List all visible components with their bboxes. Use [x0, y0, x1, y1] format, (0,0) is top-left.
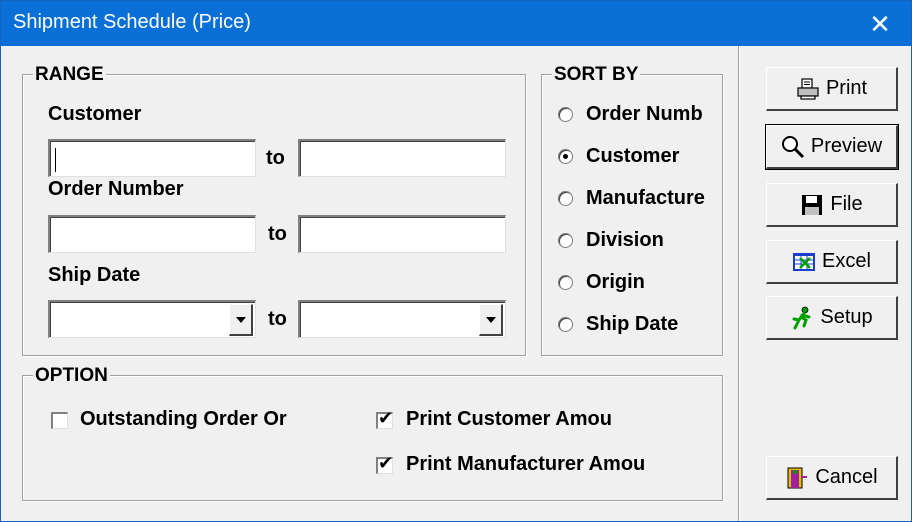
- option-legend: OPTION: [33, 365, 110, 387]
- preview-button-label: Preview: [810, 135, 883, 157]
- sort-option-label[interactable]: Customer: [586, 145, 721, 168]
- checkmark-icon: ✔: [378, 453, 394, 474]
- dropdown-button[interactable]: [479, 304, 503, 336]
- cancel-button[interactable]: Cancel: [766, 456, 898, 500]
- ship-date-label: Ship Date: [48, 264, 141, 286]
- preview-button[interactable]: Preview: [765, 124, 899, 170]
- print-customer-amount-label[interactable]: Print Customer Amou: [406, 408, 644, 431]
- range-legend: RANGE: [33, 64, 106, 86]
- file-button-label: File: [830, 193, 863, 215]
- outstanding-order-label[interactable]: Outstanding Order Or: [80, 408, 320, 431]
- window-title: Shipment Schedule (Price): [13, 11, 251, 33]
- order-number-to-input[interactable]: [298, 215, 506, 253]
- print-manufacturer-amount-checkbox[interactable]: ✔: [376, 453, 393, 474]
- sort-option-label[interactable]: Order Numb: [586, 103, 721, 126]
- print-button[interactable]: Print: [766, 67, 898, 111]
- file-button[interactable]: File: [766, 183, 898, 227]
- sort-radio-order-number[interactable]: [558, 107, 573, 122]
- ship-date-from-select[interactable]: [48, 300, 256, 338]
- close-button[interactable]: ✕: [849, 1, 911, 46]
- running-man-icon: [790, 306, 814, 330]
- sort-radio-manufacturer[interactable]: [558, 191, 573, 206]
- vertical-divider: [738, 46, 739, 521]
- ship-date-to-label: to: [268, 308, 287, 330]
- sort-radio-customer[interactable]: [558, 149, 573, 164]
- title-bar: Shipment Schedule (Price) ✕: [1, 1, 911, 46]
- sort-option-label[interactable]: Division: [586, 229, 721, 252]
- outstanding-order-checkbox[interactable]: [51, 412, 68, 429]
- setup-button-label: Setup: [820, 306, 873, 328]
- magnifier-icon: [781, 135, 805, 159]
- printer-icon: [796, 77, 820, 101]
- text-caret: [55, 148, 56, 172]
- print-button-label: Print: [825, 77, 868, 99]
- sort-radio-division[interactable]: [558, 233, 573, 248]
- sort-by-legend: SORT BY: [552, 64, 641, 86]
- dialog-window: Shipment Schedule (Price) ✕ RANGE Custom…: [0, 0, 912, 522]
- cancel-button-label: Cancel: [815, 466, 878, 488]
- sort-option-label[interactable]: Origin: [586, 271, 721, 294]
- radio-selected-dot: [563, 154, 568, 159]
- chevron-down-icon: [485, 316, 496, 323]
- ship-date-to-select[interactable]: [298, 300, 506, 338]
- floppy-disk-icon: [800, 193, 824, 217]
- setup-button[interactable]: Setup: [766, 296, 898, 340]
- excel-button-label: Excel: [822, 250, 871, 272]
- customer-from-input[interactable]: [48, 139, 256, 177]
- order-number-label: Order Number: [48, 178, 184, 200]
- spreadsheet-icon: [792, 250, 816, 274]
- excel-button[interactable]: Excel: [766, 240, 898, 284]
- dropdown-button[interactable]: [229, 304, 253, 336]
- customer-label: Customer: [48, 103, 142, 125]
- order-number-to-label: to: [268, 223, 287, 245]
- customer-to-label: to: [266, 147, 285, 169]
- dialog-body: RANGE Customer to Order Number to Ship D…: [1, 46, 911, 521]
- print-customer-amount-checkbox[interactable]: ✔: [376, 408, 393, 429]
- sort-radio-origin[interactable]: [558, 275, 573, 290]
- close-icon: ✕: [869, 8, 891, 39]
- order-number-from-input[interactable]: [48, 215, 256, 253]
- chevron-down-icon: [235, 316, 246, 323]
- print-manufacturer-amount-label[interactable]: Print Manufacturer Amou: [406, 453, 688, 476]
- sort-option-label[interactable]: Manufacture: [586, 187, 721, 210]
- customer-to-input[interactable]: [298, 139, 506, 177]
- sort-option-label[interactable]: Ship Date: [586, 313, 721, 336]
- checkmark-icon: ✔: [378, 408, 394, 429]
- sort-radio-ship-date[interactable]: [558, 317, 573, 332]
- exit-door-icon: [785, 466, 809, 490]
- option-group: OPTION: [22, 365, 723, 501]
